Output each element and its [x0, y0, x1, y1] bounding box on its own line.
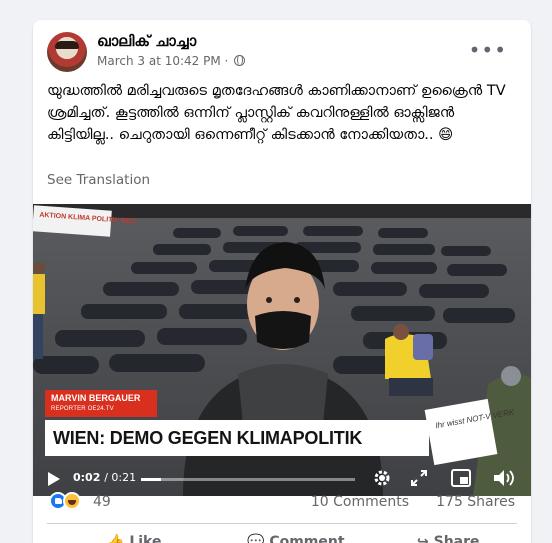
see-translation-link[interactable]: See Translation: [47, 172, 150, 188]
share-icon: ↪: [417, 534, 429, 543]
reporter-name: MARVIN BERGAUER: [51, 393, 141, 403]
action-bar: 👍 Like 💬 Comment ↪ Share: [47, 528, 517, 543]
author-name[interactable]: ഖാലിക് ചാച്ചാ: [97, 32, 196, 50]
globe-icon[interactable]: [234, 55, 246, 66]
shares-count[interactable]: 175 Shares: [436, 494, 515, 510]
like-button[interactable]: 👍 Like: [107, 534, 161, 543]
news-headline: WIEN: DEMO GEGEN KLIMAPOLITIK: [45, 420, 429, 456]
like-label: Like: [129, 534, 162, 543]
post-timestamp[interactable]: March 3 at 10:42 PM: [97, 54, 221, 68]
current-time: 0:02: [73, 471, 101, 484]
settings-icon[interactable]: [373, 469, 391, 487]
video-time: 0:02 / 0:21: [73, 471, 137, 484]
reaction-count[interactable]: 49: [93, 494, 111, 510]
pip-icon[interactable]: [451, 469, 471, 487]
share-label: Share: [433, 534, 480, 543]
reporter-role: REPORTER OE24.TV: [51, 406, 114, 412]
comment-label: Comment: [269, 534, 345, 543]
comment-icon: 💬: [247, 534, 265, 543]
video-player[interactable]: AKTION KLIMA POLITIK NEU Ihr wisst NOT-V…: [33, 204, 531, 496]
like-outline-icon: 👍: [107, 534, 125, 543]
post-header: ഖാലിക് ചാച്ചാ March 3 at 10:42 PM · •••: [47, 32, 517, 76]
action-divider: [47, 523, 517, 524]
volume-icon[interactable]: [493, 469, 515, 487]
more-horizontal-icon[interactable]: •••: [469, 40, 507, 60]
post-body-text: യുദ്ധത്തിൽ മരിച്ചവരുടെ മൃതദേഹങ്ങൾ കാണിക്…: [47, 83, 506, 143]
post-meta: March 3 at 10:42 PM ·: [97, 54, 246, 68]
video-controls: 0:02 / 0:21: [33, 464, 531, 494]
meta-separator: ·: [224, 54, 229, 68]
comment-button[interactable]: 💬 Comment: [247, 534, 345, 543]
comments-count[interactable]: 10 Comments: [311, 494, 409, 510]
play-icon[interactable]: [47, 471, 61, 487]
video-duration: 0:21: [111, 471, 137, 484]
fullscreen-icon[interactable]: [411, 470, 427, 486]
share-button[interactable]: ↪ Share: [417, 534, 480, 543]
video-progress-bar[interactable]: [141, 478, 355, 481]
haha-icon: [63, 492, 81, 510]
reporter-nameplate: MARVIN BERGAUER REPORTER OE24.TV: [45, 390, 157, 417]
video-progress-fill: [141, 478, 162, 481]
post-card: ഖാലിക് ചാച്ചാ March 3 at 10:42 PM · ••• …: [33, 20, 531, 543]
author-avatar[interactable]: [47, 32, 87, 72]
